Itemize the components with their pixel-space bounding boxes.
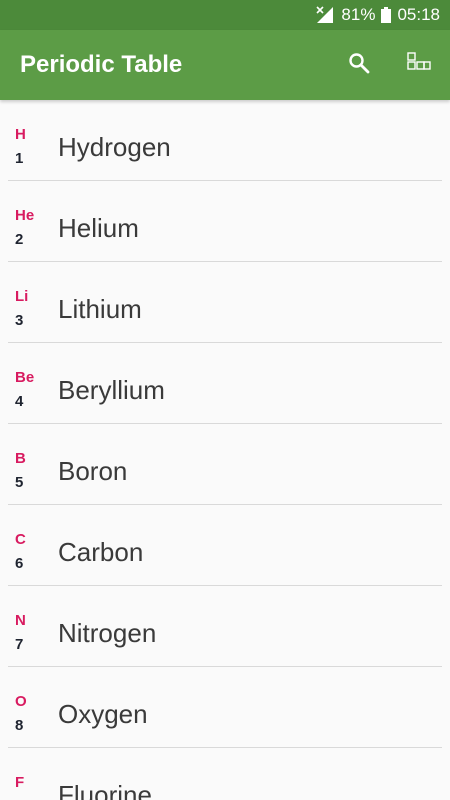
element-row[interactable]: N 7 Nitrogen — [8, 586, 442, 667]
element-row[interactable]: C 6 Carbon — [8, 505, 442, 586]
element-symbol: He — [15, 207, 35, 224]
element-row[interactable]: H 1 Hydrogen — [8, 100, 442, 181]
search-icon — [347, 51, 371, 80]
clock: 05:18 — [397, 5, 440, 24]
element-list[interactable]: H 1 Hydrogen He 2 Helium Li 3 Lithium Be… — [0, 100, 450, 800]
element-row[interactable]: Li 3 Lithium — [8, 262, 442, 343]
element-symbol: Be — [15, 369, 35, 386]
element-number: 8 — [15, 717, 24, 734]
element-name: Lithium — [58, 294, 142, 324]
element-symbol: F — [15, 774, 25, 791]
battery-percent: 81% — [341, 5, 376, 24]
app-bar: Periodic Table — [0, 30, 450, 100]
element-row[interactable]: O 8 Oxygen — [8, 667, 442, 748]
element-name: Nitrogen — [58, 618, 157, 648]
element-row[interactable]: He 2 Helium — [8, 181, 442, 262]
battery-icon — [381, 7, 392, 23]
app-title: Periodic Table — [20, 51, 183, 78]
status-bar: 81% 05:18 — [0, 0, 450, 30]
element-number: 4 — [15, 393, 24, 410]
element-symbol: C — [15, 531, 26, 548]
element-symbol: B — [15, 450, 26, 467]
element-symbol: N — [15, 612, 26, 629]
element-number: 7 — [15, 636, 24, 653]
element-name: Beryllium — [58, 375, 165, 405]
periodic-table-icon — [407, 51, 431, 79]
element-name: Hydrogen — [58, 132, 171, 162]
element-symbol: H — [15, 126, 26, 143]
element-name: Fluorine — [58, 780, 152, 800]
element-symbol: Li — [15, 288, 29, 305]
element-symbol: O — [15, 693, 27, 710]
signal-icon — [315, 5, 335, 25]
element-row[interactable]: F 9 Fluorine — [8, 748, 442, 800]
element-name: Boron — [58, 456, 128, 486]
periodic-table-button[interactable] — [399, 45, 439, 85]
element-row[interactable]: B 5 Boron — [8, 424, 442, 505]
search-button[interactable] — [339, 45, 379, 85]
element-number: 5 — [15, 474, 24, 491]
element-number: 6 — [15, 555, 24, 572]
element-number: 3 — [15, 312, 24, 329]
element-number: 1 — [15, 150, 24, 167]
element-name: Helium — [58, 213, 139, 243]
element-name: Carbon — [58, 537, 144, 567]
status-right: 81% 05:18 — [315, 0, 440, 30]
element-number: 2 — [15, 231, 24, 248]
element-name: Oxygen — [58, 699, 148, 729]
element-row[interactable]: Be 4 Beryllium — [8, 343, 442, 424]
